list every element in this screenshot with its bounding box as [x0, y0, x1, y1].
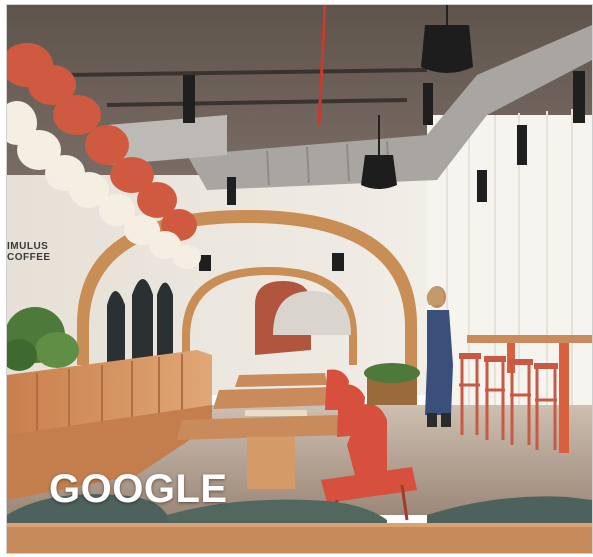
coffee-sign-line2: COFFEE	[7, 252, 51, 263]
pendant-tube	[183, 75, 195, 123]
pendant-lamp-large	[421, 25, 473, 73]
arched-window	[107, 291, 125, 365]
arched-window	[132, 279, 153, 365]
photo-frame: IMULUS COFFEE GOOGLE	[6, 4, 593, 554]
coffee-sign-line1: IMULUS	[7, 241, 49, 252]
coffee-sign: IMULUS COFFEE	[7, 241, 79, 263]
foreground-table	[7, 523, 592, 553]
pendant-tube	[477, 170, 487, 202]
pendant-lamp	[361, 155, 397, 189]
pendant-tube	[573, 71, 585, 123]
pendant-tube	[227, 177, 236, 205]
pendant-small	[332, 253, 344, 271]
pendant-tube	[423, 83, 433, 125]
magazines	[245, 410, 307, 416]
arched-window	[157, 282, 173, 365]
pendant-tube	[517, 125, 527, 165]
image-caption: GOOGLE	[49, 467, 228, 511]
